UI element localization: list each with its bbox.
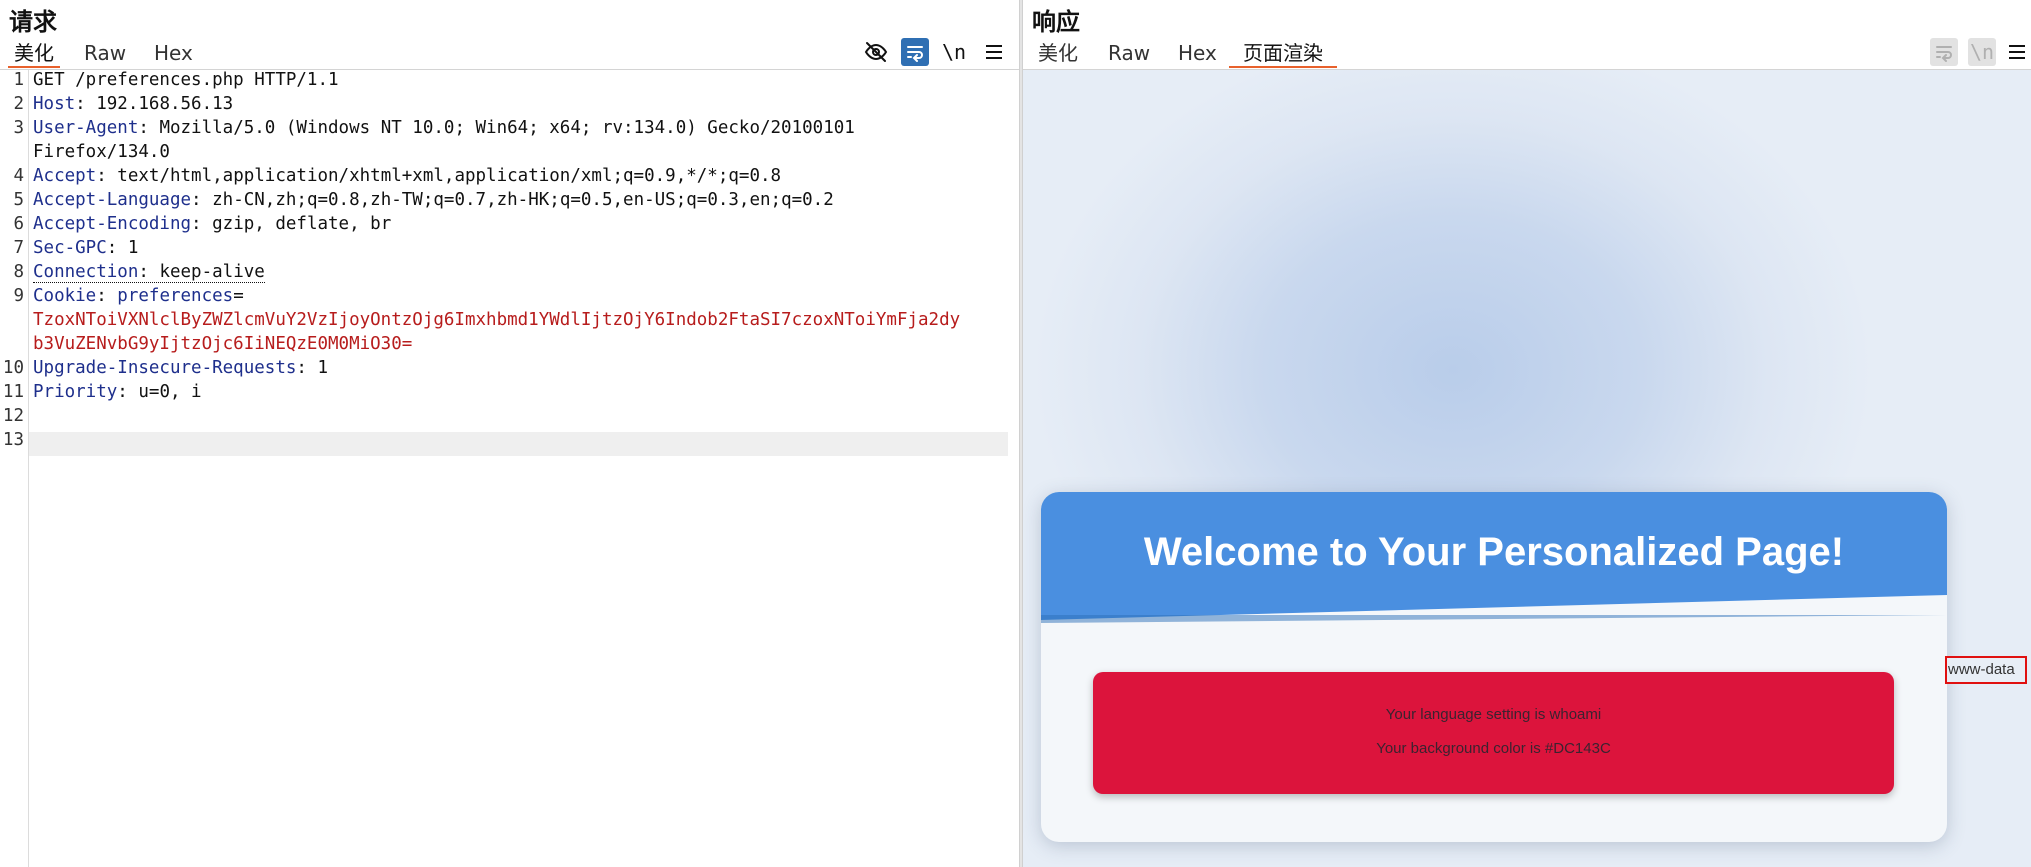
- header-value: Mozilla/5.0 (Windows NT 10.0; Win64; x64…: [148, 118, 855, 138]
- tab-raw[interactable]: Raw: [1102, 40, 1156, 68]
- line-number: 2: [13, 94, 24, 114]
- header-line: Sec-GPC: 1: [33, 238, 139, 258]
- line-number: 10: [2, 358, 24, 378]
- header-value-continuation: Firefox/134.0: [33, 142, 170, 162]
- header-value: text/html,application/xhtml+xml,applicat…: [106, 166, 782, 186]
- preferences-box: Your language setting is whoami Your bac…: [1093, 672, 1894, 794]
- line-number: 12: [2, 406, 24, 426]
- menu-icon[interactable]: [980, 38, 1008, 66]
- header-line: Accept-Language: zh-CN,zh;q=0.8,zh-TW;q=…: [33, 190, 834, 210]
- header-line: Connection: keep-alive: [33, 262, 265, 283]
- eye-off-icon[interactable]: [862, 38, 890, 66]
- header-line: Host: 192.168.56.13: [33, 94, 234, 114]
- newline-toggle[interactable]: \n: [940, 38, 968, 66]
- welcome-card: Welcome to Your Personalized Page! Your …: [1041, 492, 1947, 842]
- line-number: 6: [13, 214, 24, 234]
- header-line: Priority: u=0, i: [33, 382, 202, 402]
- tab-pretty[interactable]: 美化: [1032, 40, 1084, 68]
- cookie-value-continuation: b3VuZENvbG9yIjtzOjc6IiNEQzE0M0MiO30=: [33, 334, 413, 354]
- header-name: Priority: [33, 382, 118, 402]
- request-title: 请求: [9, 8, 57, 36]
- wrap-icon[interactable]: [1930, 38, 1958, 66]
- tab-pretty[interactable]: 美化: [8, 40, 60, 68]
- tab-render[interactable]: 页面渲染: [1229, 40, 1337, 68]
- cookie-name: preferences: [117, 286, 234, 306]
- card-header-shadow: [1041, 615, 1947, 623]
- header-name: Accept: [33, 166, 97, 186]
- request-line: GET /preferences.php HTTP/1.1: [33, 70, 339, 90]
- line-number: 9: [13, 286, 24, 306]
- response-title: 响应: [1032, 8, 1080, 36]
- header-name: Host: [33, 94, 76, 114]
- rendered-page: Welcome to Your Personalized Page! Your …: [1023, 70, 2031, 867]
- page-heading: Welcome to Your Personalized Page!: [1143, 530, 1845, 574]
- language-setting-text: Your language setting is whoami: [1385, 706, 1602, 723]
- header-name: Upgrade-Insecure-Requests: [33, 358, 297, 378]
- header-name: Sec-GPC: [33, 238, 107, 258]
- cookie-header-line: Cookie: preferences=: [33, 286, 244, 306]
- response-pane: 响应 美化 Raw Hex 页面渲染 \n Welcome to Your Pe…: [1023, 0, 2031, 867]
- command-output: www-data: [1945, 656, 2027, 684]
- line-number: 1: [13, 70, 24, 90]
- header-line: Upgrade-Insecure-Requests: 1: [33, 358, 329, 378]
- header-name: Cookie: [33, 286, 97, 306]
- header-line: Accept-Encoding: gzip, deflate, br: [33, 214, 392, 234]
- header-value: 192.168.56.13: [85, 94, 234, 114]
- menu-icon[interactable]: [2003, 38, 2031, 66]
- response-tabbar: 美化 Raw Hex 页面渲染 \n: [1023, 34, 2031, 70]
- wrap-icon[interactable]: [901, 38, 929, 66]
- line-number: 5: [13, 190, 24, 210]
- line-number: 11: [2, 382, 24, 402]
- header-name: Connection: [33, 262, 139, 282]
- tab-hex[interactable]: Hex: [148, 40, 199, 68]
- line-number: 8: [13, 262, 24, 282]
- request-pane: 请求 美化 Raw Hex \n 1 2 3 4 5 6 7 8 9 10 11…: [0, 0, 1019, 867]
- line-number-gutter: 1 2 3 4 5 6 7 8 9 10 11 12 13: [0, 70, 29, 867]
- header-name: Accept-Language: [33, 190, 192, 210]
- cookie-value: TzoxNToiVXNlclByZWZlcmVuY2VzIjoyOntzOjg6…: [33, 310, 961, 330]
- line-number: 4: [13, 166, 24, 186]
- header-value: keep-alive: [148, 262, 265, 282]
- header-line: User-Agent: Mozilla/5.0 (Windows NT 10.0…: [33, 118, 855, 138]
- line-number: 3: [13, 118, 24, 138]
- header-line: Accept: text/html,application/xhtml+xml,…: [33, 166, 782, 186]
- line-number: 7: [13, 238, 24, 258]
- newline-toggle[interactable]: \n: [1968, 38, 1996, 66]
- background-color-text: Your background color is #DC143C: [1376, 740, 1611, 757]
- header-value: zh-CN,zh;q=0.8,zh-TW;q=0.7,zh-HK;q=0.5,e…: [201, 190, 834, 210]
- tab-hex[interactable]: Hex: [1172, 40, 1223, 68]
- header-value: u=0, i: [127, 382, 202, 402]
- request-editor[interactable]: 1 2 3 4 5 6 7 8 9 10 11 12 13 GET /prefe…: [0, 70, 1019, 867]
- header-name: Accept-Encoding: [33, 214, 192, 234]
- request-tabbar: 美化 Raw Hex \n: [0, 34, 1019, 70]
- tab-raw[interactable]: Raw: [78, 40, 132, 68]
- header-value: gzip, deflate, br: [201, 214, 392, 234]
- header-name: User-Agent: [33, 118, 139, 138]
- line-number: 13: [2, 430, 24, 450]
- header-value: 1: [306, 358, 329, 378]
- cookie-equals: =: [233, 286, 244, 306]
- header-value: 1: [117, 238, 139, 258]
- current-line-highlight: [29, 432, 1008, 456]
